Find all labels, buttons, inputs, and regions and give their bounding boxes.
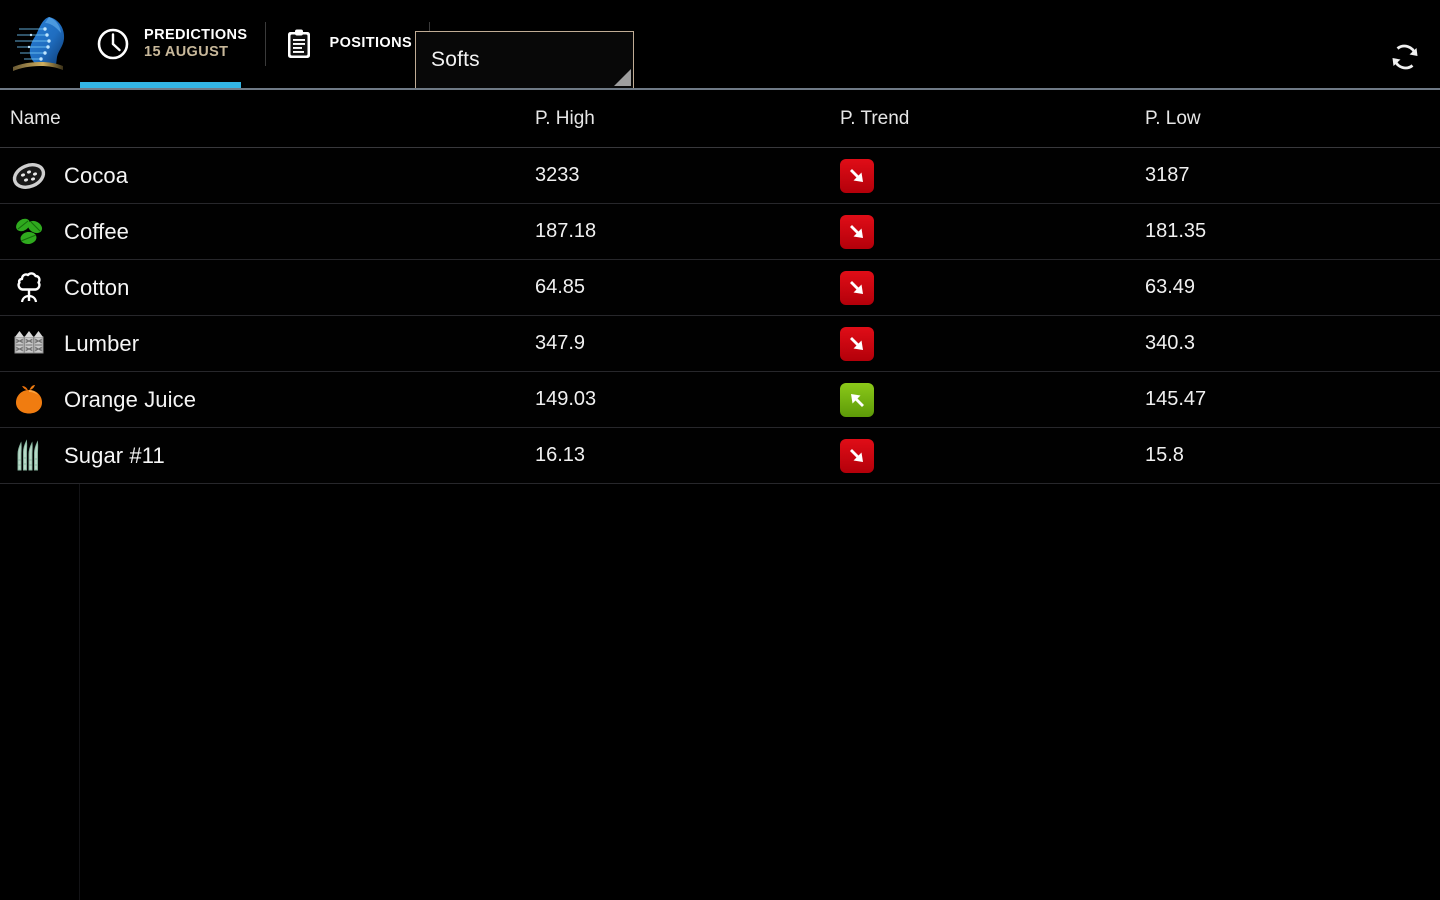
cell-p-low: 181.35 [1145, 220, 1440, 243]
column-header-p-low[interactable]: P. Low [1145, 108, 1440, 130]
cell-p-low: 15.8 [1145, 444, 1440, 467]
clipboard-icon [282, 27, 316, 61]
category-dropdown-value: Softs [431, 48, 480, 71]
commodity-name: Sugar #11 [64, 442, 165, 468]
table-row[interactable]: Cotton 64.85 63.49 [0, 260, 1440, 316]
orange-fruit-icon [10, 381, 48, 419]
trend-down-icon [840, 214, 874, 249]
clock-icon [96, 27, 130, 61]
column-header-p-high[interactable]: P. High [535, 108, 840, 130]
trend-down-icon [840, 438, 874, 473]
cell-p-trend [840, 326, 1145, 361]
cell-p-high: 64.85 [535, 276, 840, 299]
lumber-planks-icon [10, 325, 48, 363]
table-header-row: Name P. High P. Trend P. Low [0, 90, 1440, 148]
price-high: 347.9 [535, 332, 586, 354]
refresh-sync-icon [1388, 44, 1422, 78]
cell-name: Coffee [0, 213, 535, 251]
price-high: 3233 [535, 164, 580, 186]
commodity-name: Cotton [64, 274, 130, 300]
tab-positions[interactable]: POSITIONS [266, 0, 431, 88]
sugar-cane-icon [10, 437, 48, 475]
cotton-boll-icon [10, 269, 48, 307]
cell-p-low: 3187 [1145, 164, 1440, 187]
app-root: PREDICTIONS 15 AUGUST POSITIONS Softs Na… [0, 0, 1440, 900]
price-low: 63.49 [1145, 276, 1196, 298]
price-low: 15.8 [1145, 444, 1184, 466]
cocoa-pod-icon [10, 157, 48, 195]
tab-predictions-date: 15 AUGUST [144, 44, 229, 60]
price-high: 149.03 [535, 388, 597, 410]
cell-p-high: 187.18 [535, 220, 840, 243]
cell-name: Sugar #11 [0, 437, 535, 475]
tab-predictions[interactable]: PREDICTIONS 15 AUGUST [80, 0, 266, 88]
cell-p-high: 3233 [535, 164, 840, 187]
commodity-name: Orange Juice [64, 386, 197, 412]
price-high: 64.85 [535, 276, 586, 298]
cell-p-low: 340.3 [1145, 332, 1440, 355]
trend-down-icon [840, 326, 874, 361]
cell-name: Orange Juice [0, 381, 535, 419]
price-high: 16.13 [535, 444, 586, 466]
trend-up-icon [840, 382, 874, 417]
table-row[interactable]: Cocoa 3233 3187 [0, 148, 1440, 204]
cell-p-high: 347.9 [535, 332, 840, 355]
commodity-name: Lumber [64, 330, 140, 356]
cell-p-trend [840, 158, 1145, 193]
trend-down-icon [840, 270, 874, 305]
cell-p-low: 145.47 [1145, 388, 1440, 411]
column-header-name[interactable]: Name [0, 108, 535, 130]
table-row[interactable]: Sugar #11 16.13 15.8 [0, 428, 1440, 484]
table-row[interactable]: Coffee 187.18 181.35 [0, 204, 1440, 260]
dropdown-caret-icon [614, 69, 631, 86]
coffee-leaves-icon [10, 213, 48, 251]
tab-positions-labels: POSITIONS [330, 35, 413, 52]
digital-head-profile-logo-icon [5, 13, 75, 75]
cell-p-high: 16.13 [535, 444, 840, 467]
cell-p-trend [840, 382, 1145, 417]
predictions-table: Name P. High P. Trend P. Low Cocoa 3233 … [0, 90, 1440, 484]
cell-name: Cocoa [0, 157, 535, 195]
price-low: 3187 [1145, 164, 1190, 186]
top-bar: PREDICTIONS 15 AUGUST POSITIONS Softs [0, 0, 1440, 88]
price-low: 181.35 [1145, 220, 1207, 242]
column-header-p-trend[interactable]: P. Trend [840, 108, 1145, 130]
tab-predictions-title: PREDICTIONS [144, 26, 248, 43]
price-high: 187.18 [535, 220, 597, 242]
commodity-name: Coffee [64, 218, 130, 244]
cell-p-trend [840, 270, 1145, 305]
price-low: 145.47 [1145, 388, 1207, 410]
app-logo[interactable] [0, 0, 80, 88]
cell-p-high: 149.03 [535, 388, 840, 411]
tab-positions-title: POSITIONS [329, 35, 413, 52]
cell-p-low: 63.49 [1145, 276, 1440, 299]
refresh-button[interactable] [1388, 40, 1422, 74]
table-row[interactable]: Lumber 347.9 340.3 [0, 316, 1440, 372]
cell-p-trend [840, 438, 1145, 473]
category-dropdown[interactable]: Softs [415, 31, 634, 88]
trend-down-icon [840, 158, 874, 193]
tab-predictions-labels: PREDICTIONS 15 AUGUST [144, 27, 248, 61]
cell-name: Lumber [0, 325, 535, 363]
price-low: 340.3 [1145, 332, 1196, 354]
cell-name: Cotton [0, 269, 535, 307]
commodity-name: Cocoa [64, 162, 129, 188]
cell-p-trend [840, 214, 1145, 249]
table-row[interactable]: Orange Juice 149.03 145.47 [0, 372, 1440, 428]
